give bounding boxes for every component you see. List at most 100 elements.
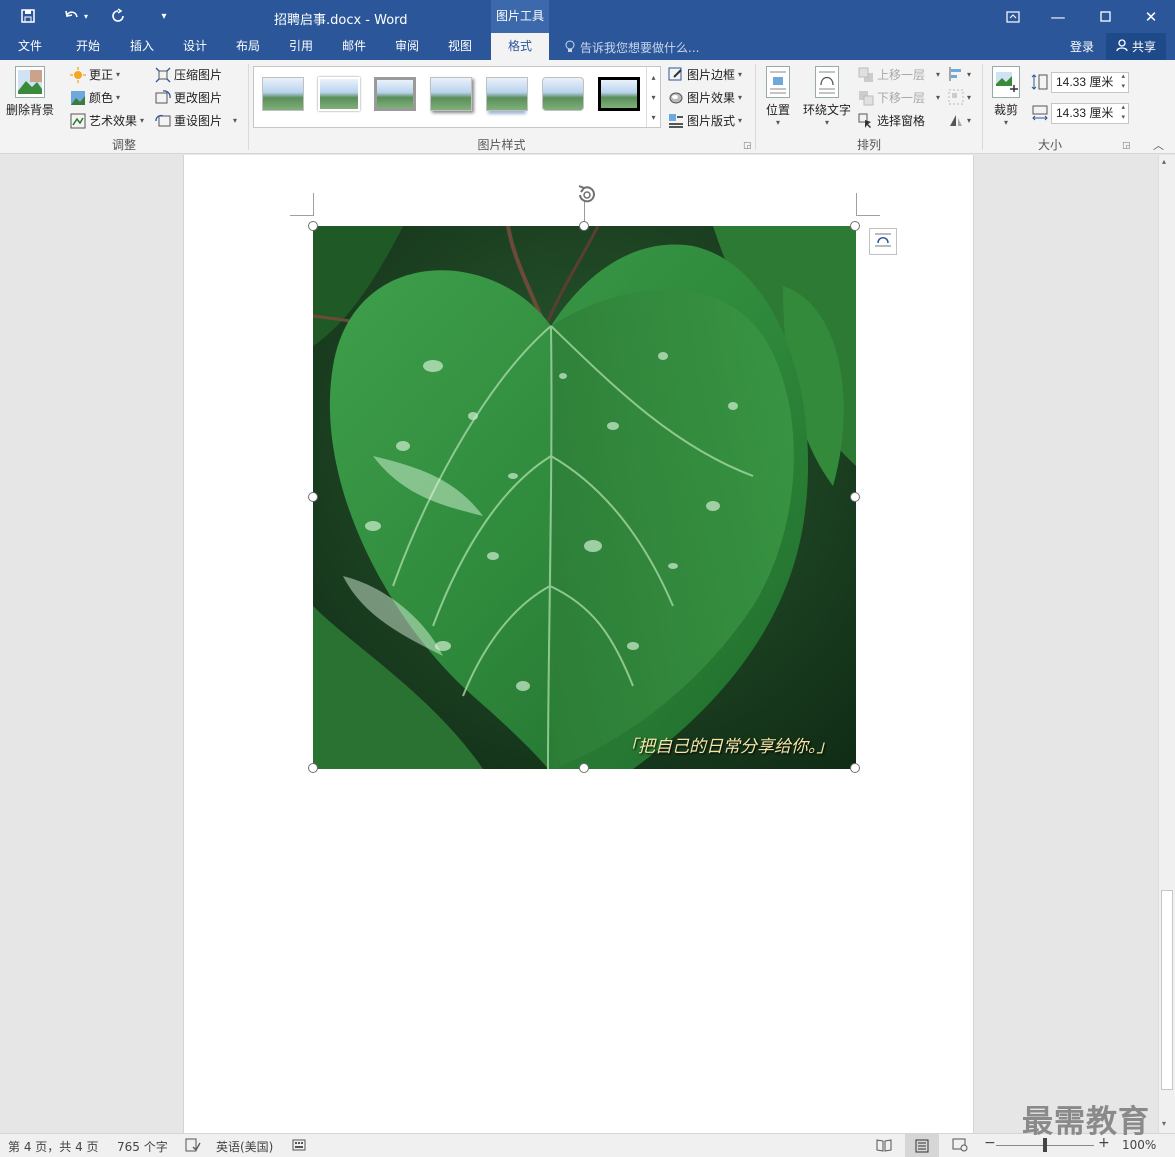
gallery-scroll-down-icon[interactable]: ▾ (646, 87, 660, 107)
person-icon (1116, 38, 1128, 55)
corrections-button[interactable]: 更正 ▾ (70, 66, 120, 83)
change-picture-icon (155, 89, 171, 106)
picture-style-thumbnail[interactable] (598, 77, 640, 111)
ribbon: 删除背景 更正 ▾ 颜色 ▾ 艺术效果 ▾ 压缩图片 更改图片 重设图片 ▾ 调整 ▴ … (0, 60, 1175, 154)
wrap-text-label: 环绕文字 (803, 103, 852, 117)
customize-toolbar-icon[interactable]: ▾ (152, 6, 176, 26)
tab-mailings[interactable]: 邮件 (332, 33, 376, 60)
picture-style-thumbnail[interactable] (430, 77, 472, 111)
gallery-scroll-up-icon[interactable]: ▴ (646, 67, 660, 87)
pen-icon (668, 67, 684, 83)
dialog-launcher-icon[interactable]: ◲ (743, 141, 752, 151)
tab-layout[interactable]: 布局 (226, 33, 270, 60)
reset-picture-label: 重设图片 (174, 114, 223, 128)
resize-handle-bottom-right[interactable] (850, 763, 860, 773)
width-value: 14.33 厘米 (1056, 106, 1114, 120)
tab-review[interactable]: 审阅 (385, 33, 429, 60)
resize-handle-bottom-left[interactable] (308, 763, 318, 773)
margin-mark (290, 215, 314, 216)
save-icon[interactable] (16, 6, 40, 26)
tab-insert[interactable]: 插入 (120, 33, 164, 60)
selection-pane-button[interactable]: 选择窗格 (858, 112, 925, 129)
picture-style-thumbnail[interactable] (262, 77, 304, 111)
group-objects-button[interactable]: ▾ (948, 89, 971, 105)
print-layout-button[interactable] (905, 1134, 939, 1157)
read-mode-icon[interactable] (876, 1138, 892, 1155)
selected-picture[interactable]: 「把自己的日常分享给你。」 (313, 226, 856, 769)
bring-forward-button[interactable]: 上移一层 ▾ (858, 66, 940, 83)
title-bar: ▾ ▾ 招聘启事.docx - Word 图片工具 — ✕ (0, 0, 1175, 33)
resize-handle-right[interactable] (850, 492, 860, 502)
undo-dropdown-icon[interactable]: ▾ (80, 6, 92, 26)
change-picture-button[interactable]: 更改图片 (155, 89, 222, 106)
proofing-icon[interactable] (185, 1138, 201, 1155)
tab-home[interactable]: 开始 (66, 33, 110, 60)
position-icon (766, 66, 790, 98)
vertical-scrollbar[interactable]: ▴ ▾ (1158, 155, 1175, 1133)
picture-border-button[interactable]: 图片边框 ▾ (668, 66, 742, 83)
picture-effects-button[interactable]: 图片效果 ▾ (668, 89, 742, 106)
macro-recording-icon[interactable] (292, 1138, 306, 1155)
scroll-up-icon[interactable]: ▴ (1162, 157, 1166, 166)
color-button[interactable]: 颜色 ▾ (70, 89, 120, 106)
language-indicator[interactable]: 英语(美国) (216, 1138, 273, 1155)
picture-style-thumbnail[interactable] (486, 77, 528, 111)
ribbon-tabs: 文件 开始 插入 设计 布局 引用 邮件 审阅 视图 格式 告诉我您想要做什么.… (0, 33, 1175, 60)
resize-handle-top-right[interactable] (850, 221, 860, 231)
picture-style-thumbnail[interactable] (542, 77, 584, 111)
zoom-out-button[interactable]: − (984, 1135, 996, 1151)
size-dialog-launcher-icon[interactable]: ◲ (1122, 141, 1131, 151)
tell-me-placeholder: 告诉我您想要做什么... (580, 41, 700, 55)
resize-handle-bottom[interactable] (579, 763, 589, 773)
position-button[interactable]: 位置 ▾ (766, 66, 790, 127)
scroll-down-icon[interactable]: ▾ (1162, 1119, 1166, 1128)
tab-format[interactable]: 格式 (491, 33, 549, 60)
page-count[interactable]: 第 4 页，共 4 页 (8, 1138, 99, 1155)
picture-layout-button[interactable]: 图片版式 ▾ (668, 112, 742, 129)
reset-picture-button[interactable]: 重设图片 ▾ (155, 112, 237, 129)
remove-background-label: 删除背景 (6, 103, 55, 117)
resize-handle-left[interactable] (308, 492, 318, 502)
layout-options-button[interactable] (869, 228, 897, 255)
height-spinner-icon[interactable]: ▴ ▾ (1121, 72, 1125, 92)
resize-handle-top[interactable] (579, 221, 589, 231)
zoom-slider[interactable] (996, 1138, 1094, 1152)
send-backward-button[interactable]: 下移一层 ▾ (858, 89, 940, 106)
tab-view[interactable]: 视图 (438, 33, 482, 60)
group-icon (948, 89, 964, 105)
ribbon-display-options-icon[interactable] (990, 0, 1036, 33)
minimize-icon[interactable]: — (1035, 0, 1081, 33)
picture-tools-label: 图片工具 (491, 0, 549, 33)
share-button[interactable]: 共享 (1106, 33, 1166, 60)
tab-design[interactable]: 设计 (173, 33, 217, 60)
picture-style-thumbnail[interactable] (374, 77, 416, 111)
rotate-handle-icon[interactable] (575, 183, 599, 210)
close-icon[interactable]: ✕ (1128, 0, 1174, 33)
word-count[interactable]: 765 个字 (117, 1138, 168, 1155)
picture-effects-label: 图片效果 (687, 91, 736, 105)
resize-handle-top-left[interactable] (308, 221, 318, 231)
picture-style-thumbnail[interactable] (318, 77, 360, 111)
width-field[interactable]: 14.33 厘米 ▴ ▾ (1051, 103, 1129, 124)
scrollbar-thumb[interactable] (1161, 890, 1173, 1090)
compress-pictures-button[interactable]: 压缩图片 (155, 66, 222, 83)
width-spinner-icon[interactable]: ▴ ▾ (1121, 103, 1125, 123)
web-layout-icon[interactable] (952, 1138, 968, 1155)
align-icon (948, 66, 964, 82)
login-link[interactable]: 登录 (1070, 38, 1094, 55)
height-value: 14.33 厘米 (1056, 75, 1114, 89)
tab-references[interactable]: 引用 (279, 33, 323, 60)
wrap-text-button[interactable]: 环绕文字 ▾ (803, 66, 851, 127)
rotate-button[interactable]: ▾ (948, 112, 971, 128)
remove-background-button[interactable]: 删除背景 (6, 66, 54, 118)
tab-file[interactable]: 文件 (8, 33, 52, 60)
collapse-ribbon-icon[interactable]: ︿ (1153, 137, 1164, 153)
redo-icon[interactable] (106, 6, 130, 26)
artistic-effects-button[interactable]: 艺术效果 ▾ (70, 112, 144, 129)
height-field[interactable]: 14.33 厘米 ▴ ▾ (1051, 72, 1129, 93)
crop-button[interactable]: 裁剪 ▾ (992, 66, 1020, 127)
align-button[interactable]: ▾ (948, 66, 971, 82)
tell-me-search[interactable]: 告诉我您想要做什么... (565, 39, 699, 56)
gallery-more-icon[interactable]: ▾ (646, 107, 660, 127)
maximize-icon[interactable] (1082, 0, 1128, 33)
